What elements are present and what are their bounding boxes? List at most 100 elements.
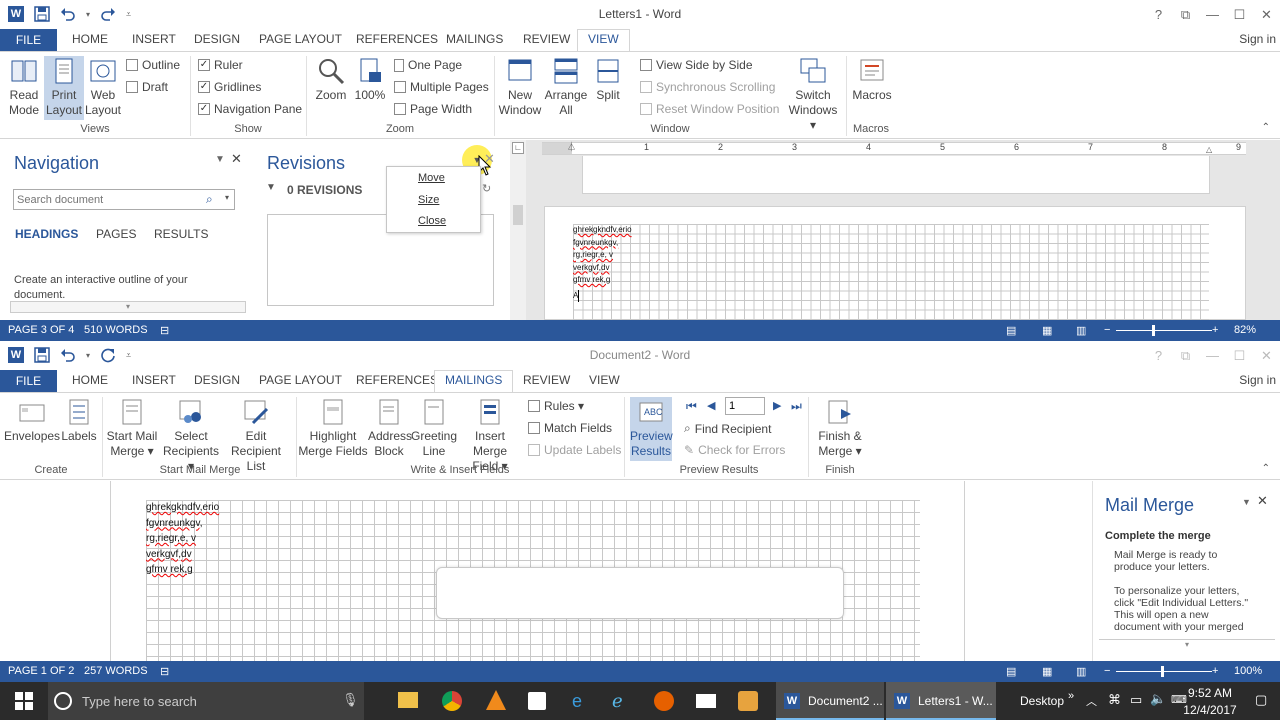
start-mail-merge-button[interactable]: Start Mail Merge ▾	[104, 397, 160, 459]
maximize-icon[interactable]: ☐	[1226, 0, 1253, 29]
microphone-icon[interactable]: 🎙	[342, 692, 359, 708]
taskbar-search-box[interactable]: Type here to search 🎙	[48, 682, 364, 720]
close-icon[interactable]: ✕	[1253, 341, 1280, 370]
proofing-icon[interactable]: ⊟	[160, 324, 169, 337]
search-document-input[interactable]	[14, 190, 199, 209]
tab-home[interactable]: HOME	[68, 373, 112, 387]
read-mode-view-icon[interactable]: ▤	[1006, 324, 1016, 337]
address-block-button[interactable]: Address Block	[368, 397, 412, 459]
ribbon-display-options-icon[interactable]: ⧉	[1172, 0, 1199, 29]
navigation-pane-checkbox[interactable]: ✓ Navigation Pane	[198, 102, 302, 116]
finish-merge-button[interactable]: Finish & Merge ▾	[812, 397, 868, 459]
horizontal-ruler[interactable]: ⏃ 1 2 3 4 5 6 7 8 9 △	[542, 142, 1246, 155]
clock-date[interactable]: 12/4/2017	[1170, 703, 1250, 717]
last-record-icon[interactable]: ⏭	[791, 399, 802, 414]
collapse-ribbon-icon[interactable]: ⌃	[1262, 463, 1270, 474]
tab-home[interactable]: HOME	[68, 32, 112, 46]
new-window-button[interactable]: New Window	[498, 56, 542, 118]
gridlines-checkbox[interactable]: ✓ Gridlines	[198, 80, 261, 94]
tab-design[interactable]: DESIGN	[190, 32, 244, 46]
taskbar-letters1[interactable]: W Letters1 - W...	[886, 682, 996, 720]
sign-in-link[interactable]: Sign in	[1239, 32, 1276, 46]
tab-results[interactable]: RESULTS	[154, 227, 208, 241]
next-record-icon[interactable]: ▶	[773, 399, 781, 412]
tab-pages[interactable]: PAGES	[96, 227, 136, 241]
chrome-icon[interactable]	[442, 691, 462, 711]
tab-view[interactable]: VIEW	[577, 29, 630, 52]
firefox-icon[interactable]	[654, 691, 674, 711]
labels-button[interactable]: Labels	[60, 397, 98, 444]
scrollbar-thumb[interactable]	[513, 205, 523, 225]
tab-selector-icon[interactable]: ∟	[512, 142, 524, 154]
ruler-checkbox[interactable]: ✓ Ruler	[198, 58, 243, 72]
ribbon-display-options-icon[interactable]: ⧉	[1172, 341, 1199, 370]
macros-button[interactable]: Macros	[850, 56, 894, 103]
rules-button[interactable]: Rules ▾	[528, 399, 584, 413]
insert-merge-field-button[interactable]: Insert Merge Field ▾	[458, 397, 522, 474]
tab-file[interactable]: FILE	[0, 370, 57, 392]
find-recipient-button[interactable]: ⌕ Find Recipient	[684, 421, 771, 436]
network-icon[interactable]: ⌘	[1108, 692, 1121, 708]
sign-in-link[interactable]: Sign in	[1239, 373, 1276, 387]
navigation-options-icon[interactable]: ▼	[215, 154, 225, 165]
zoom-slider[interactable]	[1116, 330, 1212, 331]
action-center-icon[interactable]: ▢	[1255, 692, 1267, 708]
tab-headings[interactable]: HEADINGS	[15, 227, 78, 241]
print-layout-view-icon[interactable]: ▦	[1042, 665, 1052, 678]
volume-icon[interactable]: 🔈	[1150, 691, 1166, 707]
web-layout-view-icon[interactable]: ▥	[1076, 665, 1086, 678]
outline-button[interactable]: Outline	[126, 58, 180, 72]
tab-page-layout[interactable]: PAGE LAYOUT	[255, 32, 346, 46]
minimize-icon[interactable]: —	[1199, 341, 1226, 370]
read-mode-view-icon[interactable]: ▤	[1006, 665, 1016, 678]
show-hidden-icons-icon[interactable]: ︿	[1086, 693, 1097, 709]
menu-item-close[interactable]: Close	[418, 215, 446, 227]
tab-file[interactable]: FILE	[0, 29, 57, 51]
tab-view[interactable]: VIEW	[585, 373, 624, 387]
print-layout-view-icon[interactable]: ▦	[1042, 324, 1052, 337]
proofing-icon[interactable]: ⊟	[160, 665, 169, 678]
print-layout-button[interactable]: Print Layout	[44, 56, 84, 120]
match-fields-button[interactable]: Match Fields	[528, 421, 612, 435]
ruler-indent-marker-icon[interactable]: ⏃	[567, 140, 576, 153]
switch-windows-button[interactable]: Switch Windows ▾	[784, 56, 842, 133]
update-labels-button[interactable]: Update Labels	[528, 443, 621, 457]
greeting-line-button[interactable]: Greeting Line	[410, 397, 458, 459]
tab-insert[interactable]: INSERT	[128, 32, 180, 46]
desktop-toolbar-label[interactable]: Desktop	[1020, 694, 1064, 708]
desktop-expand-icon[interactable]: »	[1068, 690, 1074, 702]
page-indicator[interactable]: PAGE 3 OF 4	[8, 324, 74, 336]
tab-insert[interactable]: INSERT	[128, 373, 180, 387]
page-width-button[interactable]: Page Width	[394, 102, 472, 116]
zoom-slider-thumb[interactable]	[1161, 666, 1164, 677]
zoom-in-icon[interactable]: +	[1212, 665, 1218, 677]
web-layout-view-icon[interactable]: ▥	[1076, 324, 1086, 337]
previous-record-icon[interactable]: ◀	[707, 399, 715, 412]
word-count[interactable]: 510 WORDS	[84, 324, 148, 336]
minimize-icon[interactable]: —	[1199, 0, 1226, 29]
revisions-refresh-icon[interactable]: ↻	[482, 182, 491, 195]
record-number-input[interactable]	[725, 397, 765, 415]
reset-window-position-button[interactable]: Reset Window Position	[640, 102, 779, 116]
store-icon[interactable]	[528, 692, 546, 710]
highlight-merge-fields-button[interactable]: Highlight Merge Fields	[298, 397, 368, 459]
vlc-icon[interactable]	[486, 690, 506, 710]
search-dropdown-icon[interactable]: ▾	[225, 193, 229, 202]
preview-results-button[interactable]: ABC Preview Results	[630, 397, 673, 461]
split-button[interactable]: Split	[590, 56, 626, 103]
tab-mailings[interactable]: MAILINGS	[442, 32, 507, 46]
tab-review[interactable]: REVIEW	[519, 32, 574, 46]
mail-merge-close-icon[interactable]: ✕	[1257, 493, 1268, 509]
collapse-ribbon-icon[interactable]: ⌃	[1262, 122, 1270, 133]
mail-icon[interactable]	[696, 694, 716, 708]
power-icon[interactable]: ▭	[1130, 692, 1142, 708]
envelopes-button[interactable]: Envelopes	[4, 397, 60, 444]
tab-review[interactable]: REVIEW	[519, 373, 574, 387]
word-count[interactable]: 257 WORDS	[84, 665, 148, 677]
menu-item-move[interactable]: Move	[418, 172, 445, 184]
view-side-by-side-button[interactable]: View Side by Side	[640, 58, 753, 72]
zoom-level[interactable]: 82%	[1234, 324, 1256, 336]
select-recipients-button[interactable]: Select Recipients ▾	[160, 397, 222, 474]
ruler-right-indent-icon[interactable]: △	[1206, 145, 1212, 154]
tab-mailings[interactable]: MAILINGS	[434, 370, 514, 393]
